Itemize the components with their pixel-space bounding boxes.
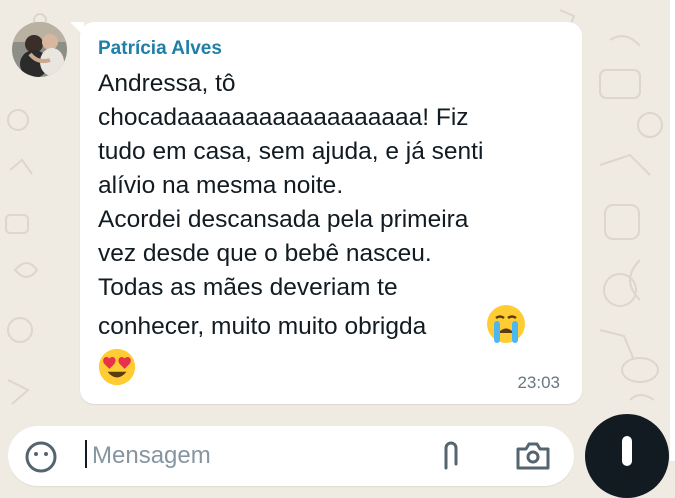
attach-icon[interactable] (438, 438, 462, 472)
camera-icon[interactable] (514, 440, 552, 470)
message-line: chocadaaaaaaaaaaaaaaaaaa! Fiz (98, 104, 469, 131)
sender-avatar[interactable] (12, 22, 67, 77)
sender-name[interactable]: Patrícia Alves (98, 38, 222, 60)
message-line: vez desde que o bebê nasceu. (98, 240, 432, 267)
crying-face-emoji-icon (487, 305, 525, 343)
message-line: Todas as mães deveriam te (98, 274, 398, 301)
message-bubble[interactable]: Patrícia Alves Andressa, tô chocadaaaaaa… (80, 22, 582, 404)
message-line: alívio na mesma noite. (98, 172, 344, 199)
message-line: tudo em casa, sem ajuda, e já senti (98, 138, 484, 165)
emoji-icon[interactable] (24, 440, 58, 474)
message-line: Acordei descansada pela primeira (98, 206, 469, 233)
mic-button[interactable] (585, 414, 669, 498)
message-timestamp: 23:03 (517, 373, 560, 392)
message-line: Andressa, tô (98, 70, 236, 97)
message-input[interactable]: Mensagem (92, 442, 211, 470)
message-composer[interactable]: Mensagem (8, 426, 574, 486)
text-caret (85, 440, 87, 468)
window-edge (670, 0, 675, 461)
heart-eyes-emoji-icon (98, 348, 136, 386)
mic-icon (622, 436, 632, 466)
